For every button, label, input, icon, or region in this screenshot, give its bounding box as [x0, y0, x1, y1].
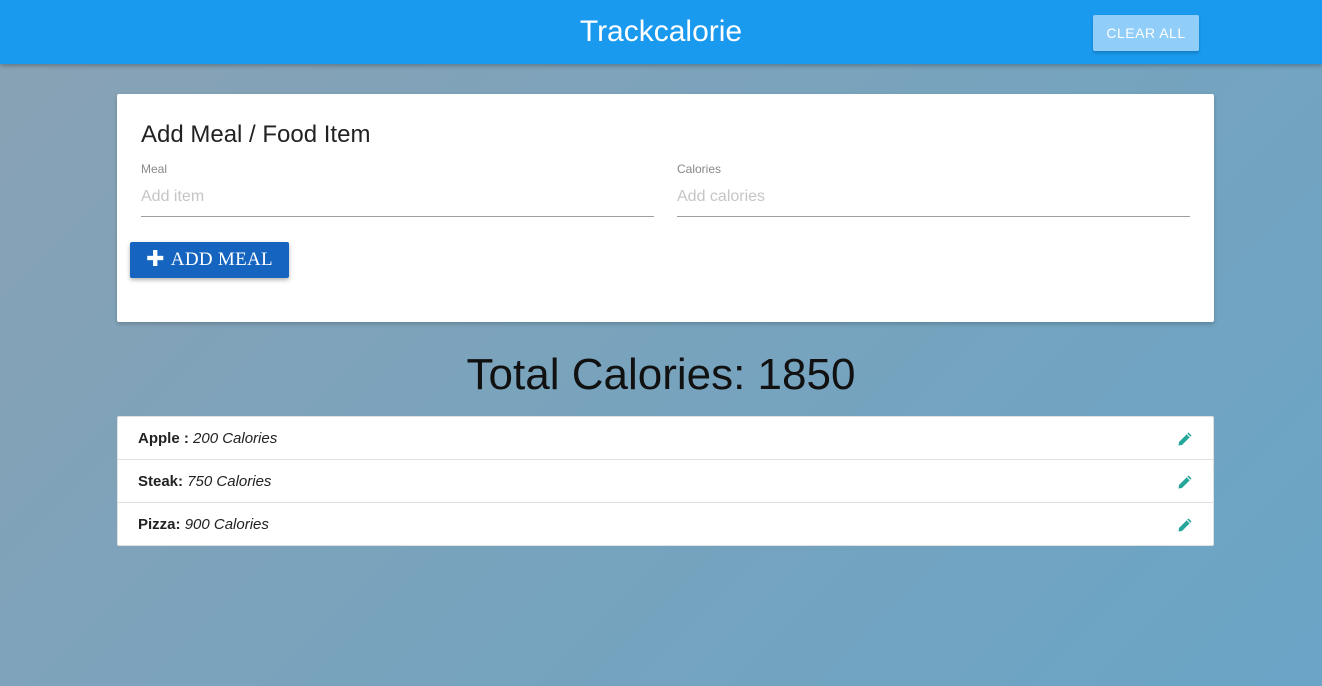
- add-meal-button[interactable]: ✚ ADD MEAL: [130, 242, 289, 278]
- card-title: Add Meal / Food Item: [141, 121, 371, 148]
- pencil-icon[interactable]: [1177, 517, 1193, 533]
- add-meal-card: Add Meal / Food Item Meal Calories ✚ ADD…: [117, 94, 1214, 322]
- meal-label: Meal: [141, 162, 168, 176]
- item-text: Pizza: 900 Calories: [138, 503, 269, 547]
- meal-input[interactable]: [141, 178, 654, 217]
- total-calories: Total Calories: 1850: [466, 350, 856, 399]
- clear-all-button[interactable]: CLEAR ALL: [1093, 15, 1199, 51]
- pencil-icon[interactable]: [1177, 431, 1193, 447]
- list-item: Pizza: 900 Calories: [118, 503, 1213, 545]
- list-item: Steak: 750 Calories: [118, 460, 1213, 503]
- item-text: Steak: 750 Calories: [138, 460, 271, 504]
- item-calories: 200 Calories: [193, 430, 278, 447]
- item-name: Apple :: [138, 430, 189, 447]
- calories-input[interactable]: [677, 178, 1190, 217]
- plus-icon: ✚: [146, 247, 165, 272]
- item-name: Steak:: [138, 473, 184, 490]
- item-calories: 750 Calories: [187, 473, 272, 490]
- list-item: Apple : 200 Calories: [118, 417, 1213, 460]
- pencil-icon[interactable]: [1177, 474, 1193, 490]
- navbar: Trackcalorie CLEAR ALL: [0, 0, 1322, 64]
- calories-label: Calories: [677, 162, 722, 176]
- item-name: Pizza:: [138, 516, 181, 533]
- item-text: Apple : 200 Calories: [138, 417, 277, 461]
- meal-list: Apple : 200 Calories Steak: 750 Calories…: [117, 416, 1214, 546]
- item-calories: 900 Calories: [184, 516, 269, 533]
- add-meal-label: ADD MEAL: [170, 249, 273, 270]
